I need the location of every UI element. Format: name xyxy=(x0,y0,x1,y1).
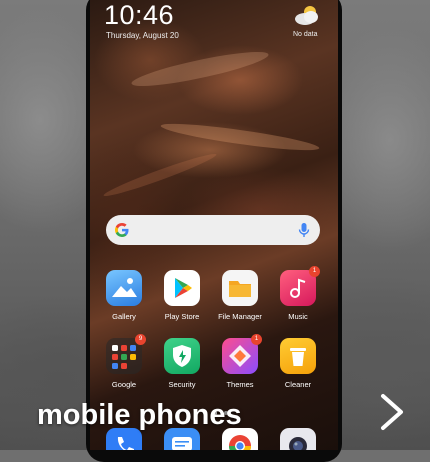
weather-cloud-icon[interactable] xyxy=(294,4,320,26)
phone-screen: 10:46 Thursday, August 20 No data Galler… xyxy=(90,0,338,450)
app-label: Gallery xyxy=(112,312,136,321)
microphone-icon[interactable] xyxy=(298,222,310,238)
wallpaper-texture xyxy=(101,149,219,201)
app-label: Google xyxy=(111,380,137,389)
camera-icon[interactable] xyxy=(280,428,316,450)
app-label: Music xyxy=(288,312,308,321)
camera-glyph xyxy=(289,437,307,450)
clock-date: Thursday, August 20 xyxy=(106,31,179,40)
shield-glyph xyxy=(173,345,191,367)
app-label: Security xyxy=(168,380,196,389)
wallpaper-texture xyxy=(129,45,271,93)
shield-icon xyxy=(164,338,200,374)
app-cleaner[interactable]: Cleaner xyxy=(269,338,327,389)
google-search-bar[interactable] xyxy=(106,215,320,245)
folder-icon xyxy=(222,270,258,306)
app-label: Themes xyxy=(226,380,254,389)
app-play-store[interactable]: Play Store xyxy=(153,270,211,321)
themes-icon: 1 xyxy=(222,334,262,374)
app-music[interactable]: 1 Music xyxy=(269,266,327,321)
chevron-right-icon[interactable] xyxy=(375,392,409,432)
app-label: Play Store xyxy=(164,312,200,321)
weather-status: No data xyxy=(293,31,318,38)
app-security[interactable]: Security xyxy=(153,338,211,389)
play-store-icon xyxy=(164,270,200,306)
wallpaper-texture xyxy=(159,118,321,156)
app-label: Cleaner xyxy=(284,380,312,389)
gallery-glyph xyxy=(112,278,137,297)
app-gallery[interactable]: Gallery xyxy=(95,270,153,321)
app-google-folder[interactable]: 9 Google xyxy=(95,334,153,389)
notification-badge: 1 xyxy=(251,334,262,345)
app-label: File Manager xyxy=(218,312,262,321)
gallery-icon xyxy=(106,270,142,306)
image-caption: mobile phones xyxy=(37,399,242,431)
app-file-manager[interactable]: File Manager xyxy=(211,270,269,321)
trash-icon xyxy=(280,338,316,374)
google-g-icon xyxy=(115,223,129,237)
notification-badge: 1 xyxy=(309,266,320,277)
clock-time[interactable]: 10:46 xyxy=(104,0,174,31)
play-store-glyph xyxy=(175,278,192,298)
trash-glyph xyxy=(290,348,306,366)
music-icon: 1 xyxy=(280,266,320,306)
notification-badge: 9 xyxy=(135,334,146,345)
app-themes[interactable]: 1 Themes xyxy=(211,334,269,389)
google-folder-icon: 9 xyxy=(106,334,146,374)
folder-glyph xyxy=(229,281,251,297)
